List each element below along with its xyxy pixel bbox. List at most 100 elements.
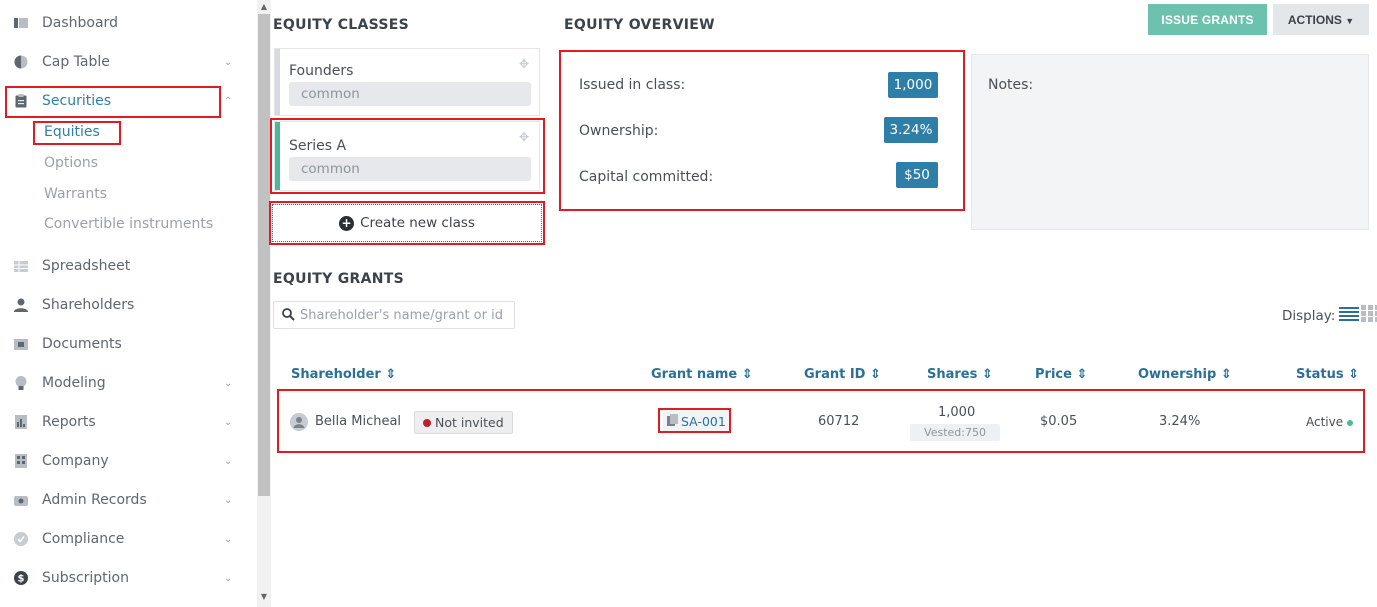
sidebar-item-label: Shareholders: [42, 297, 135, 313]
sidebar-item-modeling[interactable]: Modeling ⌄: [0, 368, 252, 398]
column-header-price[interactable]: Price ⇕: [1035, 367, 1087, 382]
sidebar-subitem-equities[interactable]: Equities: [44, 124, 100, 140]
search-box[interactable]: [273, 301, 515, 329]
issue-grants-button[interactable]: ISSUE GRANTS: [1148, 4, 1267, 35]
display-label: Display:: [1282, 307, 1336, 324]
pie-chart-icon: [14, 55, 28, 69]
sidebar-item-documents[interactable]: Documents: [0, 329, 252, 359]
class-card-bar: [275, 49, 280, 115]
notes-panel[interactable]: Notes:: [971, 54, 1369, 230]
equity-overview-panel: Issued in class: 1,000 Ownership: 3.24% …: [561, 52, 963, 209]
sidebar-item-label: Cap Table: [42, 54, 110, 70]
class-name: Founders: [289, 63, 354, 79]
sidebar-item-shareholders[interactable]: Shareholders: [0, 290, 252, 320]
sidebar-item-dashboard[interactable]: Dashboard: [0, 8, 252, 38]
vested-value: Vested:750: [910, 424, 1000, 441]
sort-icon: ⇕: [1220, 367, 1232, 382]
column-header-status[interactable]: Status ⇕: [1296, 367, 1359, 382]
equity-classes-title: EQUITY CLASSES: [273, 17, 410, 33]
display-toggle: Display:: [1282, 305, 1377, 326]
sidebar-item-label: Reports: [42, 414, 96, 430]
sidebar-subitem-convertible-instruments[interactable]: Convertible instruments: [44, 216, 213, 232]
sidebar-item-subscription[interactable]: $ Subscription ⌄: [0, 563, 252, 593]
drag-handle-icon[interactable]: ✥: [519, 130, 529, 144]
scroll-down-arrow-icon[interactable]: ▼: [257, 592, 271, 601]
status-label: Active: [1306, 415, 1344, 429]
actions-label: ACTIONS: [1287, 12, 1342, 27]
chevron-down-icon[interactable]: ⌄: [224, 495, 232, 506]
sidebar-subitem-options[interactable]: Options: [44, 155, 98, 171]
drag-handle-icon[interactable]: ✥: [519, 57, 529, 71]
grant-name: SA-001: [681, 414, 726, 429]
notes-label: Notes:: [988, 77, 1034, 93]
sort-icon: ⇕: [385, 367, 397, 382]
sidebar-subitem-warrants[interactable]: Warrants: [44, 186, 107, 202]
create-new-class-label: Create new class: [360, 215, 475, 231]
clipboard-icon: [14, 94, 28, 108]
column-header-shareholder[interactable]: Shareholder ⇕: [291, 367, 396, 382]
scrollbar-thumb[interactable]: [258, 14, 270, 496]
shareholder-name[interactable]: Bella Micheal: [315, 414, 401, 429]
search-input[interactable]: [300, 305, 508, 325]
sidebar: Dashboard Cap Table ⌄ Securities ⌃ Equit…: [0, 0, 252, 607]
issued-in-class-label: Issued in class:: [579, 77, 686, 93]
sidebar-item-securities[interactable]: Securities ⌃: [0, 86, 252, 116]
grid-view-icon[interactable]: [1361, 305, 1377, 326]
issued-in-class-value: 1,000: [888, 72, 938, 98]
vertical-scrollbar[interactable]: ▲ ▼: [257, 0, 271, 607]
sidebar-item-label: Documents: [42, 336, 122, 352]
active-dot-icon: [1347, 419, 1354, 426]
column-header-shares[interactable]: Shares ⇕: [927, 367, 993, 382]
sidebar-item-cap-table[interactable]: Cap Table ⌄: [0, 47, 252, 77]
scroll-up-arrow-icon[interactable]: ▲: [257, 2, 271, 11]
sidebar-item-label: Spreadsheet: [42, 258, 131, 274]
column-header-grant-id[interactable]: Grant ID ⇕: [804, 367, 881, 382]
class-card-series-a[interactable]: Series A common ✥: [274, 121, 540, 191]
chevron-down-icon[interactable]: ⌄: [224, 573, 232, 584]
chevron-down-icon[interactable]: ⌄: [224, 57, 232, 68]
chevron-down-icon[interactable]: ⌄: [224, 456, 232, 467]
column-header-ownership[interactable]: Ownership ⇕: [1138, 367, 1232, 382]
avatar: [290, 413, 308, 435]
sidebar-item-compliance[interactable]: Compliance ⌄: [0, 524, 252, 554]
chevron-down-icon[interactable]: ⌄: [224, 534, 232, 545]
plus-circle-icon: +: [339, 215, 355, 231]
ownership-label: Ownership:: [579, 123, 659, 139]
class-name: Series A: [289, 138, 347, 154]
actions-dropdown-button[interactable]: ACTIONS ▼: [1273, 4, 1369, 35]
sidebar-item-label: Company: [42, 453, 109, 469]
folder-icon: [14, 337, 28, 351]
document-icon: [667, 414, 678, 429]
create-new-class-button[interactable]: + Create new class: [272, 204, 542, 242]
column-header-label: Shares: [927, 367, 978, 382]
search-icon: [282, 308, 295, 325]
building-icon: [14, 454, 28, 468]
spreadsheet-icon: [14, 259, 28, 273]
class-card-bar: [275, 122, 280, 190]
column-header-label: Ownership: [1138, 367, 1217, 382]
chevron-down-icon[interactable]: ⌄: [224, 378, 232, 389]
class-card-founders[interactable]: Founders common ✥: [274, 48, 540, 116]
caret-down-icon: ▼: [1345, 15, 1355, 26]
status-value: Active: [1306, 415, 1354, 429]
shares-value: 1,000: [938, 405, 976, 420]
reports-icon: [14, 415, 28, 429]
chevron-down-icon[interactable]: ⌄: [224, 417, 232, 428]
sort-icon: ⇕: [870, 367, 881, 382]
grant-name-link[interactable]: SA-001: [663, 411, 730, 432]
column-header-label: Grant name: [651, 367, 738, 382]
list-view-icon[interactable]: [1339, 306, 1360, 326]
shield-check-icon: [14, 532, 28, 546]
sort-icon: ⇕: [741, 367, 753, 382]
chevron-up-icon[interactable]: ⌃: [224, 96, 232, 107]
column-header-label: Grant ID: [804, 367, 866, 382]
sidebar-item-admin-records[interactable]: Admin Records ⌄: [0, 485, 252, 515]
sidebar-item-label: Modeling: [42, 375, 106, 391]
class-type-tag: common: [289, 82, 531, 106]
column-header-grant-name[interactable]: Grant name ⇕: [651, 367, 753, 382]
sidebar-item-reports[interactable]: Reports ⌄: [0, 407, 252, 437]
sidebar-item-company[interactable]: Company ⌄: [0, 446, 252, 476]
sidebar-item-spreadsheet[interactable]: Spreadsheet: [0, 251, 252, 281]
dollar-circle-icon: $: [14, 571, 28, 585]
sidebar-item-label: Dashboard: [42, 15, 118, 31]
